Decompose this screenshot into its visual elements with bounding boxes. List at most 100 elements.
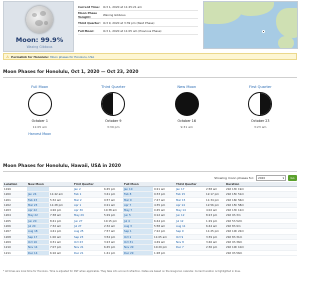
table-date-link[interactable]: Aug 25 [73, 229, 103, 233]
table-cell [205, 251, 225, 255]
table-cell: 10:29 pm [154, 245, 167, 250]
table-date-link[interactable]: Jun 12 [175, 213, 205, 217]
phase-card-name[interactable]: Third Quarter [79, 84, 147, 91]
phases-section-title: Moon Phases for Honolulu, Oct 1, 2020 — … [3, 70, 139, 75]
table-date-link[interactable]: Apr 7 [123, 202, 153, 208]
table-date-link[interactable]: Jun 5 [123, 213, 153, 218]
table-date-link[interactable]: Nov 29 [123, 245, 153, 250]
table-cell: 6:45 pm [104, 187, 116, 191]
table-date-link[interactable]: Feb 1 [73, 192, 103, 196]
table-date-link[interactable]: Jul 20 [27, 224, 49, 229]
table-cell: 10:38 am [104, 208, 117, 213]
column-header [205, 182, 225, 186]
table-date-link[interactable]: Dec 29 [123, 250, 153, 255]
table-date-link[interactable]: Jan 2 [73, 187, 103, 191]
table-cell: 1207 [4, 229, 11, 234]
table-date-link[interactable]: Apr 22 [27, 208, 49, 213]
table-date-link[interactable]: Oct 23 [73, 240, 103, 244]
column-header: Third Quarter [176, 182, 197, 186]
table-date-link[interactable]: Mar 23 [27, 202, 49, 208]
table-date-link[interactable]: Aug 11 [175, 224, 205, 228]
new-moon-icon [174, 92, 199, 116]
phase-card-name[interactable]: Full Moon [6, 84, 74, 91]
year-select[interactable]: 2020 ▾ [256, 175, 286, 181]
table-cell: 1202 [4, 202, 11, 207]
table-date-link[interactable]: Jan 24 [27, 192, 49, 197]
table-date-link[interactable]: Oct 16 [27, 239, 49, 245]
table-date-link[interactable]: Jul 12 [175, 219, 205, 223]
table-date-link[interactable]: Sep 9 [175, 229, 205, 233]
phase-card-new-moon[interactable]: New Moon October 16 9:31 am [153, 84, 221, 144]
table-cell: 7:22 pm [154, 229, 166, 234]
table-date-link[interactable]: Oct 9 [175, 235, 205, 239]
table-cell: 10:15 pm [104, 218, 117, 223]
table-date-link[interactable]: Feb 23 [27, 197, 49, 202]
table-date-link[interactable]: May 22 [27, 213, 49, 218]
table-cell: 3:39 pm [206, 234, 218, 239]
table-date-link[interactable]: May 29 [73, 213, 103, 217]
table-cell: 1203 [4, 208, 11, 213]
table-cell: 29d 5h 52m [226, 218, 243, 223]
table-date-link[interactable]: Sep 17 [27, 234, 49, 239]
illumination-percent: Moon: 99.9% [15, 36, 64, 44]
table-cell: 5:32 am [50, 197, 62, 202]
table-date-link[interactable]: Jun 20 [27, 218, 49, 224]
table-cell: 29d 16h 56m [226, 197, 244, 202]
info-row: Third Quarter: Oct 9, 2020 at 3:39 pm (N… [78, 19, 198, 27]
warning-icon: ⚠ [6, 54, 10, 59]
location-map[interactable] [203, 1, 298, 49]
table-date-link[interactable]: Nov 14 [27, 245, 49, 250]
phase-card-first-quarter[interactable]: First Quarter October 23 3:23 am [226, 84, 294, 144]
table-date-link[interactable]: Nov 21 [73, 245, 103, 249]
table-body: 1199 Jan 2 6:45 pm Jan 10 9:21 am Jan 17 2:58 … [3, 187, 297, 256]
table-cell: 7:32 am [50, 224, 62, 229]
phase-card-name[interactable]: New Moon [153, 84, 221, 91]
table-cell: 1:41 pm [104, 250, 116, 255]
phase-tonight-link[interactable]: Waxing Gibbous [103, 13, 126, 17]
phase-card-third-quarter[interactable]: Third Quarter October 9 3:39 pm [79, 84, 147, 144]
table-cell: 7:07 pm [50, 245, 62, 250]
table-date-link[interactable]: May 14 [175, 208, 205, 212]
table-date-link[interactable]: Jun 27 [73, 219, 103, 223]
phase-card-date: October 23 [251, 119, 270, 123]
table-cell: 5:58 am [154, 224, 166, 229]
table-date-link[interactable]: May 7 [123, 208, 153, 213]
table-date-link[interactable]: Oct 1 [123, 234, 153, 239]
go-button[interactable]: Go [288, 175, 297, 181]
permalink-label: Permalink for Honolulu: [11, 54, 49, 59]
table-date-link[interactable]: Dec 14 [27, 250, 49, 255]
table-cell: 4:49 am [154, 239, 166, 244]
table-date-link[interactable]: Mar 15 [175, 198, 205, 202]
chevron-down-icon: ▾ [282, 176, 284, 180]
table-date-link[interactable]: Jul 27 [73, 224, 103, 228]
table-date-link[interactable]: Dec 21 [73, 251, 103, 255]
table-date-link[interactable]: Apr 30 [73, 208, 103, 212]
third-quarter-icon [101, 92, 126, 116]
table-date-link[interactable]: Sep 1 [123, 229, 153, 234]
table-date-link[interactable]: Oct 31 [123, 239, 153, 245]
table-cell: 1205 [4, 218, 11, 223]
table-cell: 11:05 am [154, 234, 167, 239]
phase-card-name[interactable]: First Quarter [226, 84, 294, 91]
table-date-link[interactable]: Feb 8 [123, 192, 153, 197]
table-date-link[interactable]: Apr 14 [175, 203, 205, 207]
permalink-link[interactable]: Moon phases for Honolulu, USA [50, 55, 94, 59]
phase-card-time: 11:05 am [32, 125, 47, 129]
table-date-link[interactable]: Jan 10 [123, 187, 153, 192]
table-date-link[interactable]: Jul 4 [123, 218, 153, 224]
table-date-link[interactable]: Apr 1 [73, 203, 103, 207]
table-cell: 8:41 pm [50, 218, 62, 223]
table-date-link[interactable]: Feb 15 [175, 192, 205, 196]
harvest-moon-link[interactable]: Harvest Moon [6, 132, 74, 136]
table-date-link[interactable]: Jan 17 [175, 187, 205, 191]
current-phase-name: Waxing Gibbous [26, 45, 53, 49]
table-date-link[interactable]: Aug 18 [27, 229, 49, 234]
table-date-link[interactable]: Nov 8 [175, 240, 205, 244]
table-date-link[interactable]: Dec 7 [175, 245, 205, 249]
table-date-link[interactable]: Sep 23 [73, 235, 103, 239]
table-date-link[interactable]: Mar 2 [73, 198, 103, 202]
table-date-link[interactable]: Aug 3 [123, 224, 153, 229]
phase-card-full-moon[interactable]: Full Moon October 1 11:05 am Harvest Moo… [6, 84, 74, 144]
table-date-link[interactable]: Mar 9 [123, 197, 153, 202]
table-cell: 4:26 pm [50, 208, 62, 213]
